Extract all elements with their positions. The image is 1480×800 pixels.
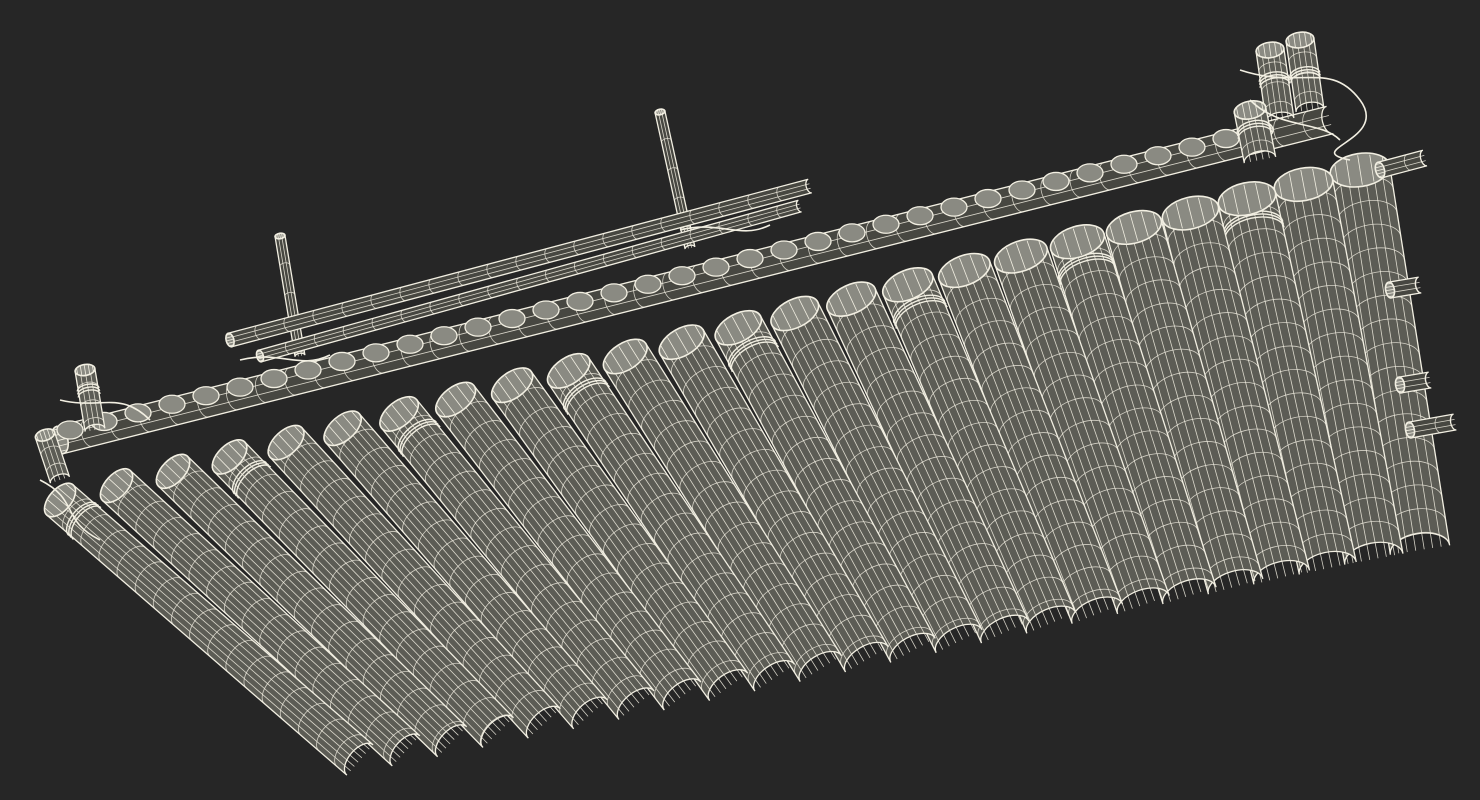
rail-pole-end (838, 223, 866, 243)
rail-pole-end (940, 197, 968, 217)
rail-pole-end (1144, 146, 1172, 166)
rail-pole-end (294, 360, 322, 380)
rail-pole-end (532, 300, 560, 320)
rail-pole-end (192, 386, 220, 406)
render-viewport (0, 0, 1480, 800)
rail-pole-end (600, 283, 628, 303)
rail-pole-end (124, 403, 152, 423)
rail-pole-end (634, 274, 662, 294)
rail-pole-end (804, 231, 832, 252)
raft-wireframe-render (34, 31, 1457, 776)
rail-pole-end (56, 420, 84, 440)
rail-pole-end (668, 266, 696, 286)
rail-pole-end (498, 308, 526, 329)
rail-pole-end (736, 248, 764, 269)
rail-pole-end (362, 343, 390, 363)
rail-pole-end (974, 188, 1002, 209)
rail-pole-end (1008, 180, 1036, 200)
rail-pole-end (1212, 128, 1240, 149)
rail-pole-end (464, 317, 492, 337)
rail-pole-end (260, 368, 288, 389)
rail-pole-end (430, 326, 458, 346)
rail-pole-end (906, 206, 934, 226)
rail-pole-end (702, 257, 730, 277)
rail-pole-end (1076, 163, 1104, 183)
rail-pole-end (158, 394, 186, 414)
rail-pole-end (328, 351, 356, 372)
rail-pole-end (566, 291, 594, 312)
rail-pole-end (1042, 171, 1070, 192)
side-stub (1374, 149, 1428, 179)
rail-pole-end (1178, 137, 1206, 157)
rail-pole-end (872, 214, 900, 234)
rail-pole-end (226, 377, 254, 397)
rail-pole-end (770, 240, 798, 260)
rail-pole-end (396, 334, 424, 354)
rail-pole-end (1110, 154, 1138, 174)
